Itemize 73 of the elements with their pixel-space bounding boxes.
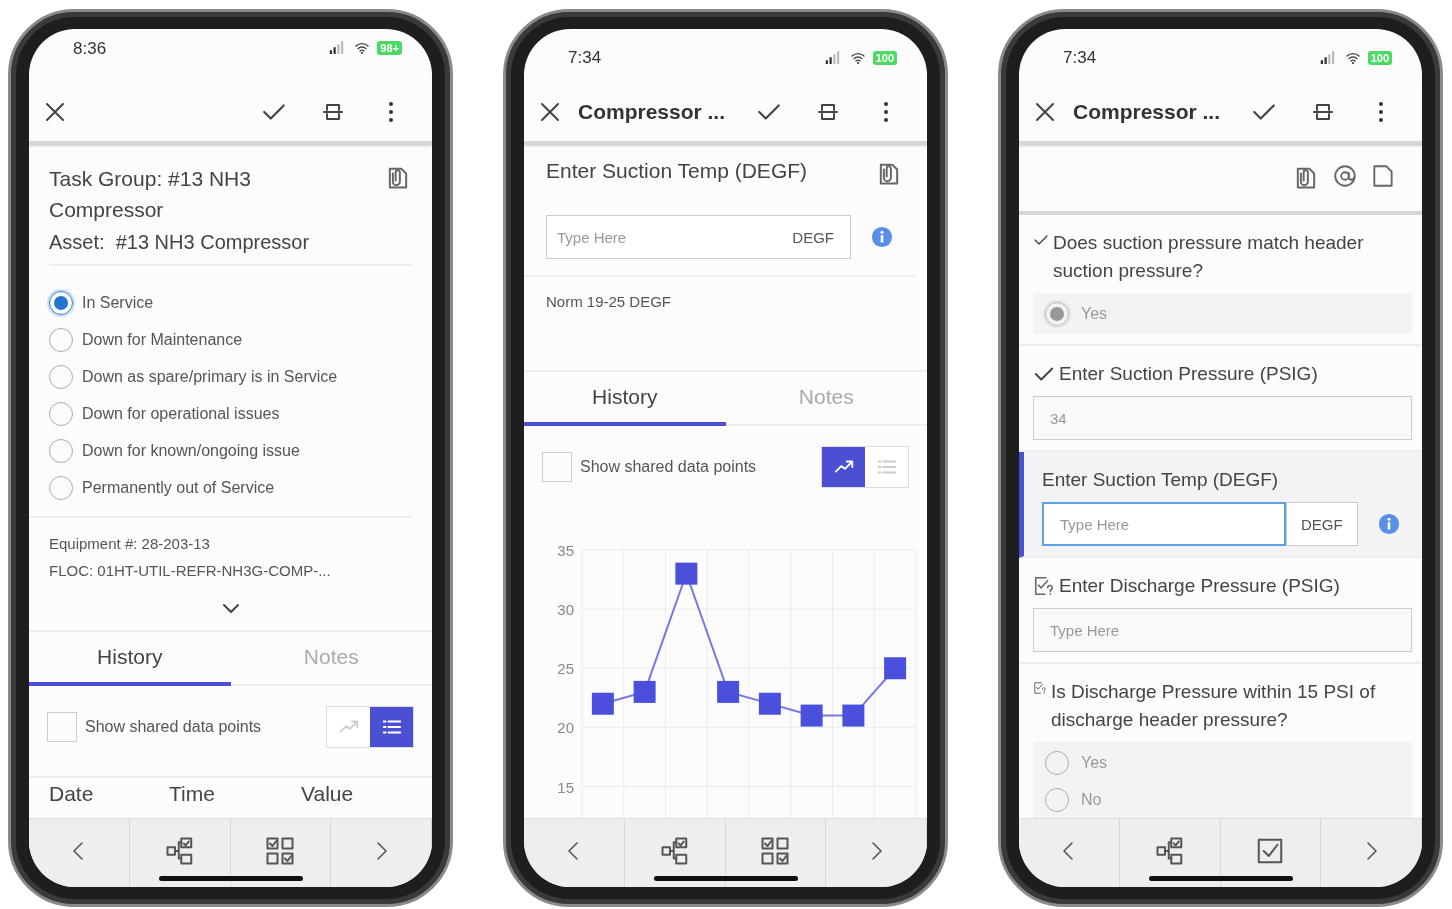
battery-level: 98+ [377, 41, 402, 55]
checklist-grid-icon[interactable] [760, 836, 791, 866]
option-label: Permanently out of Service [82, 478, 275, 497]
axis-tick-label: 15 [557, 778, 574, 796]
info-icon[interactable] [1377, 513, 1400, 535]
option-label: Down for operational issues [82, 404, 280, 423]
axis-tick-label: 30 [557, 601, 574, 619]
battery-level: 100 [1367, 51, 1392, 65]
radio-button[interactable] [1045, 301, 1069, 326]
data-point[interactable] [717, 680, 740, 703]
screen-title: Compressor ... [578, 100, 726, 123]
close-icon[interactable] [538, 100, 562, 124]
asset-text: Asset: #13 NH3 Compressor [49, 231, 412, 266]
data-point[interactable] [758, 692, 781, 715]
hierarchy-icon[interactable] [164, 836, 195, 866]
hierarchy-icon[interactable] [659, 836, 690, 866]
radio-button[interactable] [49, 290, 73, 315]
question-text: Enter Discharge Pressure (PSIG) [1059, 574, 1340, 598]
column-header: Time [169, 782, 216, 807]
option-label: Yes [1081, 304, 1108, 323]
info-icon[interactable] [871, 226, 893, 248]
option-label: Down as spare/primary is in Service [82, 367, 338, 386]
question-text: Enter Suction Temp (DEGF) [1042, 468, 1279, 492]
data-point[interactable] [633, 680, 656, 703]
at-icon[interactable] [1332, 163, 1358, 189]
equipment-number: Equipment #: 28-203-13 [49, 534, 211, 554]
data-point[interactable] [800, 704, 823, 727]
clock-time: 7:34 [568, 48, 602, 68]
question-title: Enter Suction Temp (DEGF) [546, 159, 808, 184]
norm-text: Norm 19-25 DEGF [545, 292, 673, 312]
column-header: Value [301, 782, 355, 807]
checkbox[interactable] [47, 712, 77, 742]
floc-text: FLOC: 01HT-UTIL-REFR-NH3G-COMP-... [49, 561, 332, 581]
checkbox[interactable] [542, 452, 572, 482]
checklist-grid-icon[interactable] [265, 836, 296, 866]
close-icon[interactable] [43, 100, 67, 124]
chart-view-button[interactable] [822, 447, 865, 487]
list-view-button[interactable] [370, 707, 413, 747]
input-field[interactable]: Type Here [1042, 502, 1286, 546]
checkbox-label: Show shared data points [580, 458, 758, 476]
wifi-icon [849, 50, 866, 66]
question-text: Does suction pressure match header suction pressure? [1053, 231, 1365, 283]
data-point[interactable] [675, 562, 698, 585]
option-label: No [1081, 790, 1102, 809]
option-label: Down for Maintenance [82, 330, 243, 349]
axis-tick-label: 20 [557, 719, 574, 737]
data-point[interactable] [591, 692, 614, 715]
question-text: Enter Suction Pressure (PSIG) [1059, 362, 1318, 386]
axis-tick-label: 35 [557, 542, 574, 559]
option-label: Yes [1081, 753, 1108, 772]
option-label: Down for known/ongoing issue [82, 441, 300, 460]
question-text: Is Discharge Pressure within 15 PSI of discharge header pressure? [1051, 680, 1377, 732]
input-field[interactable]: Type Here [1033, 608, 1412, 652]
hierarchy-icon[interactable] [1154, 836, 1185, 866]
close-icon[interactable] [1033, 100, 1057, 124]
screen-title: Compressor ... [1073, 100, 1221, 123]
clock-time: 7:34 [1063, 48, 1097, 68]
data-point[interactable] [842, 704, 865, 727]
tab[interactable]: History [524, 372, 726, 426]
battery-level: 100 [872, 51, 897, 65]
option-label: In Service [82, 293, 154, 312]
column-header: Date [49, 782, 95, 807]
tab[interactable]: History [29, 632, 231, 686]
checkbox-label: Show shared data points [85, 718, 263, 736]
wifi-icon [354, 40, 371, 56]
task-group-title: Task Group: #13 NH3 Compressor [49, 166, 252, 223]
unit-label: DEGF [1286, 502, 1358, 546]
axis-tick-label: 25 [557, 660, 574, 678]
wifi-icon [1344, 50, 1361, 66]
active-question-row[interactable]: Enter Suction Temp (DEGF) Type Here DEGF [1019, 452, 1422, 558]
note-icon[interactable] [1370, 163, 1396, 189]
clock-time: 8:36 [73, 39, 107, 59]
data-point[interactable] [884, 657, 907, 680]
